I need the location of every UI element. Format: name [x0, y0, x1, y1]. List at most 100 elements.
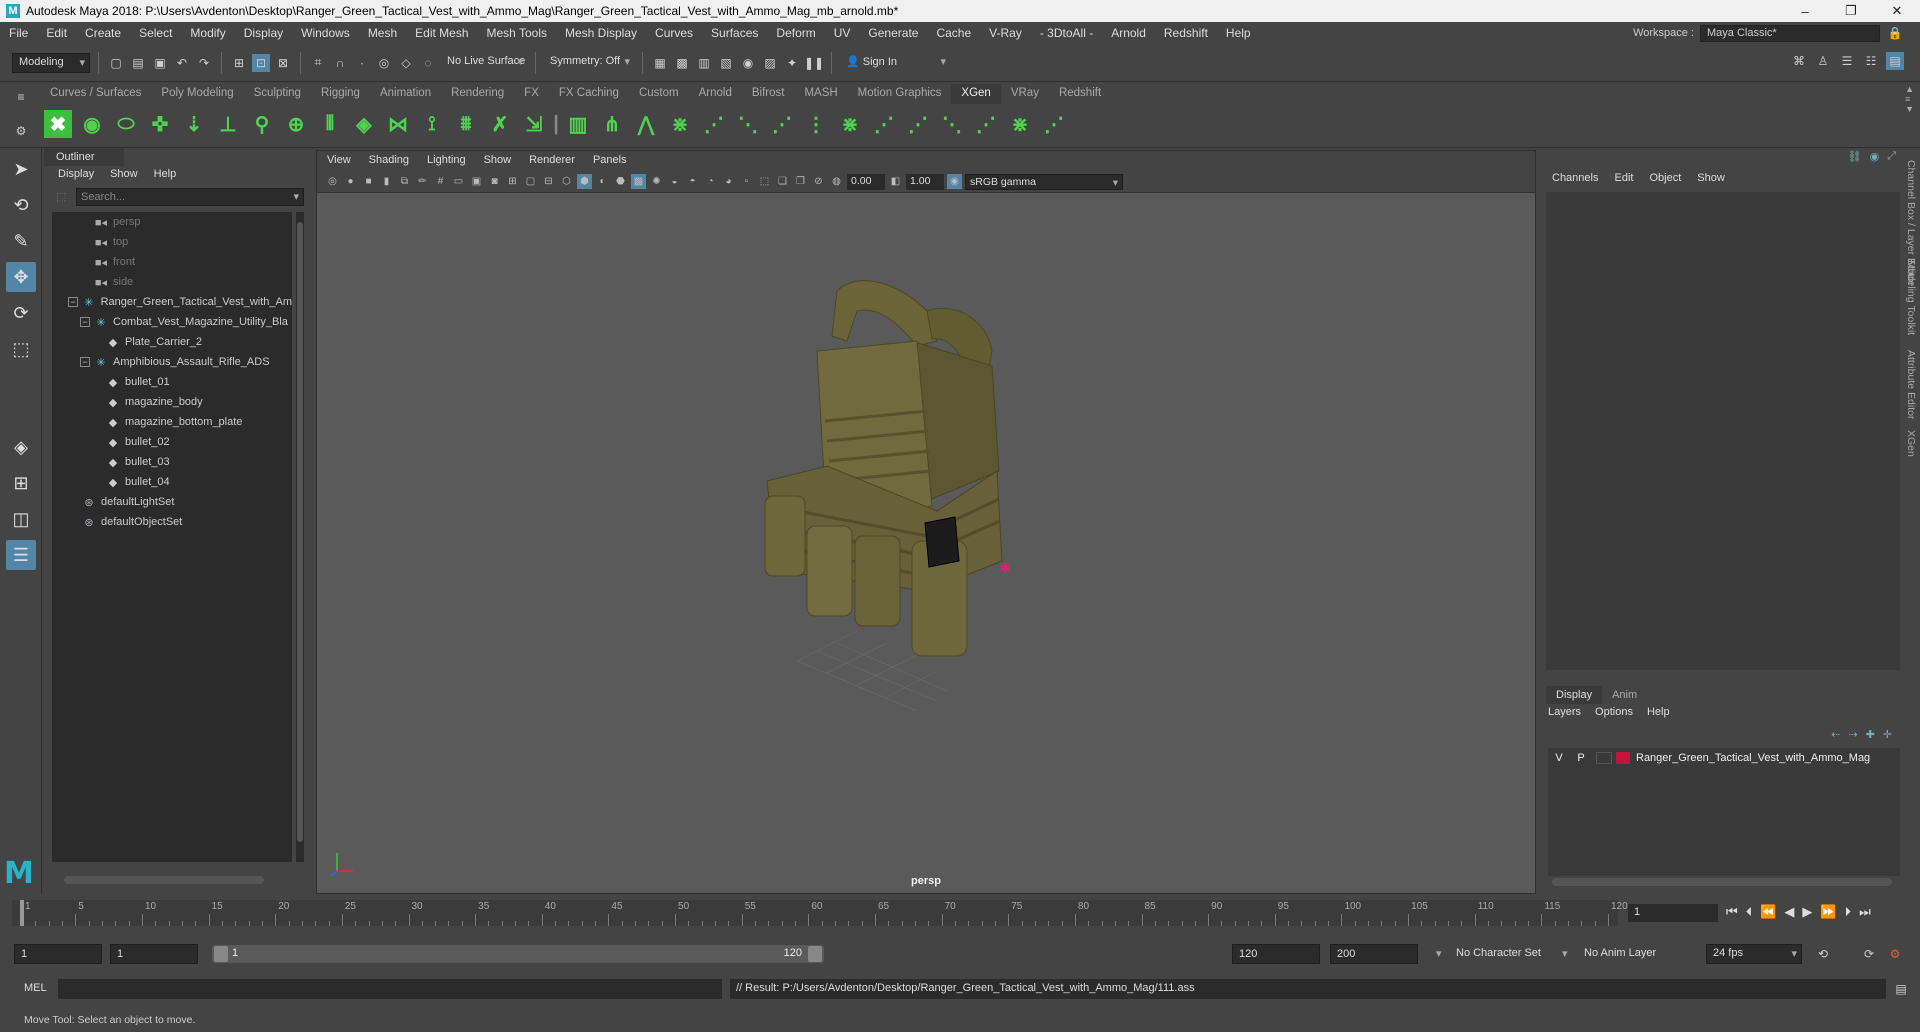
menu-modify[interactable]: Modify	[181, 26, 234, 40]
channel-menu-show[interactable]: Show	[1697, 172, 1725, 184]
menu-edit-mesh[interactable]: Edit Mesh	[406, 26, 477, 40]
minimize-button[interactable]: –	[1782, 0, 1828, 22]
auto-key-icon[interactable]: ⟳	[1860, 945, 1878, 963]
rotate-tool-icon[interactable]: ⟳	[6, 298, 36, 328]
menu-curves[interactable]: Curves	[646, 26, 702, 40]
menu-display[interactable]: Display	[235, 26, 292, 40]
motion-blur-icon[interactable]: ◔	[703, 174, 718, 189]
wireframe-on-shaded-icon[interactable]: ⬣	[613, 174, 628, 189]
xgen-tool-22-icon[interactable]: ⋱	[734, 110, 762, 138]
play-backward-icon[interactable]: ◀	[1784, 904, 1794, 920]
layer-tab-display[interactable]: Display	[1546, 686, 1603, 704]
menu-mesh[interactable]: Mesh	[359, 26, 406, 40]
shelf-tab-xgen[interactable]: XGen	[951, 84, 1001, 104]
xray-icon[interactable]: ❏	[775, 174, 790, 189]
outliner-horizontal-scrollbar[interactable]	[64, 876, 264, 884]
outliner-item[interactable]: ■◂ front	[52, 252, 292, 272]
menu-cache[interactable]: Cache	[927, 26, 980, 40]
gamma-field[interactable]: 1.00	[906, 173, 944, 190]
new-scene-icon[interactable]: ▢	[107, 54, 125, 72]
outliner-item[interactable]: ◆ magazine_bottom_plate	[52, 412, 292, 432]
shelf-tab-sculpting[interactable]: Sculpting	[244, 84, 311, 104]
viewport-menu-show[interactable]: Show	[484, 154, 512, 168]
outliner-item[interactable]: ◆ Plate_Carrier_2	[52, 332, 292, 352]
layer-tab-anim[interactable]: Anim	[1602, 686, 1647, 704]
shelf-tab-arnold[interactable]: Arnold	[689, 84, 742, 104]
select-hierarchy-icon[interactable]: ⊞	[230, 54, 248, 72]
snap-view-icon[interactable]: ◎	[375, 54, 393, 72]
hypershade-icon[interactable]: ◉	[739, 54, 757, 72]
menu-surfaces[interactable]: Surfaces	[702, 26, 767, 40]
move-tool-icon[interactable]: ✥	[6, 262, 36, 292]
xgen-tool-1-icon[interactable]: ✖	[44, 110, 72, 138]
depth-of-field-icon[interactable]: ▫	[739, 174, 754, 189]
viewport-panel[interactable]: View Shading Lighting Show Renderer Panels ◎ …	[316, 150, 1536, 894]
isolate-select-icon[interactable]: ⬚	[757, 174, 772, 189]
human-ik-icon[interactable]: ♙	[1814, 52, 1832, 70]
character-set-arrow-icon[interactable]: ▾	[1436, 947, 1442, 960]
snap-surface-icon[interactable]: ◇	[397, 54, 415, 72]
menu-mesh-display[interactable]: Mesh Display	[556, 26, 646, 40]
xgen-tool-8-icon[interactable]: ⊕	[282, 110, 310, 138]
layer-visibility-toggle[interactable]: V	[1548, 752, 1570, 764]
channel-menu-object[interactable]: Object	[1649, 172, 1681, 184]
persp-outliner-layout-icon[interactable]: ◫	[6, 504, 36, 534]
resolution-gate-icon[interactable]: ▣	[469, 174, 484, 189]
shelf-tab-redshift[interactable]: Redshift	[1049, 84, 1111, 104]
redo-icon[interactable]: ↷	[195, 54, 213, 72]
shelf-tab-rigging[interactable]: Rigging	[311, 84, 370, 104]
snap-grid-icon[interactable]: ⌗	[309, 54, 327, 72]
xgen-tool-31-icon[interactable]: ⋰	[1040, 110, 1068, 138]
command-input[interactable]	[58, 979, 722, 999]
xgen-tool-4-icon[interactable]: ✜	[146, 110, 174, 138]
xray-joints-icon[interactable]: ❐	[793, 174, 808, 189]
lasso-tool-icon[interactable]: ⟲	[6, 190, 36, 220]
menu-edit[interactable]: Edit	[37, 26, 76, 40]
default-material-icon[interactable]: ◐	[595, 174, 610, 189]
layer-horizontal-scrollbar[interactable]	[1552, 878, 1892, 886]
range-end-handle[interactable]	[808, 946, 822, 962]
layer-menu-options[interactable]: Options	[1595, 706, 1633, 718]
xgen-tool-30-icon[interactable]: ⋇	[1006, 110, 1034, 138]
layer-display-type[interactable]	[1596, 752, 1612, 764]
shelf-tab-mash[interactable]: MASH	[794, 84, 847, 104]
exposure-field[interactable]: 0.00	[847, 173, 885, 190]
grease-pencil-icon[interactable]: ✏	[415, 174, 430, 189]
outliner-menu-display[interactable]: Display	[58, 168, 94, 182]
menu-v-ray[interactable]: V-Ray	[980, 26, 1031, 40]
current-frame-field[interactable]: 1	[1628, 904, 1718, 922]
select-object-icon[interactable]: ⊡	[252, 53, 270, 72]
menu-uv[interactable]: UV	[825, 26, 860, 40]
new-layer-icon[interactable]: ✚	[1866, 728, 1875, 741]
menu-help[interactable]: Help	[1217, 26, 1260, 40]
light-editor-icon[interactable]: ✦	[783, 54, 801, 72]
menu-generate[interactable]: Generate	[859, 26, 927, 40]
xgen-tool-7-icon[interactable]: ⚲	[248, 110, 276, 138]
layer-menu-help[interactable]: Help	[1647, 706, 1670, 718]
xgen-tool-29-icon[interactable]: ⋰	[972, 110, 1000, 138]
xgen-tool-13-icon[interactable]: ⩩	[452, 110, 480, 138]
expand-toggle[interactable]: −	[80, 317, 90, 327]
menu-redshift[interactable]: Redshift	[1155, 26, 1217, 40]
anti-aliasing-icon[interactable]: ◕	[721, 174, 736, 189]
expand-toggle[interactable]: −	[80, 357, 90, 367]
maximize-button[interactable]: ❐	[1828, 0, 1874, 22]
outliner-layout-icon[interactable]: ☰	[6, 540, 36, 570]
shelf-tab-rendering[interactable]: Rendering	[441, 84, 514, 104]
four-view-layout-icon[interactable]: ⊞	[6, 468, 36, 498]
channel-box-icon[interactable]: ▤	[1886, 52, 1904, 70]
shelf-tab-vray[interactable]: VRay	[1001, 84, 1049, 104]
scale-tool-icon[interactable]: ⬚	[6, 334, 36, 364]
side-tab-attribute-editor[interactable]: Attribute Editor	[1905, 350, 1917, 419]
shelf-tab-fx-caching[interactable]: FX Caching	[549, 84, 629, 104]
shelf-scroll-up-icon[interactable]: ▲	[1905, 84, 1914, 94]
shelf-settings-icon[interactable]: ⚙	[12, 122, 30, 140]
field-chart-icon[interactable]: ⊞	[505, 174, 520, 189]
render-settings-icon[interactable]: ▧	[717, 54, 735, 72]
shadows-icon[interactable]: ◒	[667, 174, 682, 189]
animation-end-field[interactable]: 200	[1330, 944, 1418, 964]
outliner-search-input[interactable]: Search... ▾	[76, 188, 304, 206]
textured-icon[interactable]: ▩	[631, 174, 646, 189]
expand-toggle[interactable]: −	[68, 297, 78, 307]
open-scene-icon[interactable]: ▤	[129, 54, 147, 72]
